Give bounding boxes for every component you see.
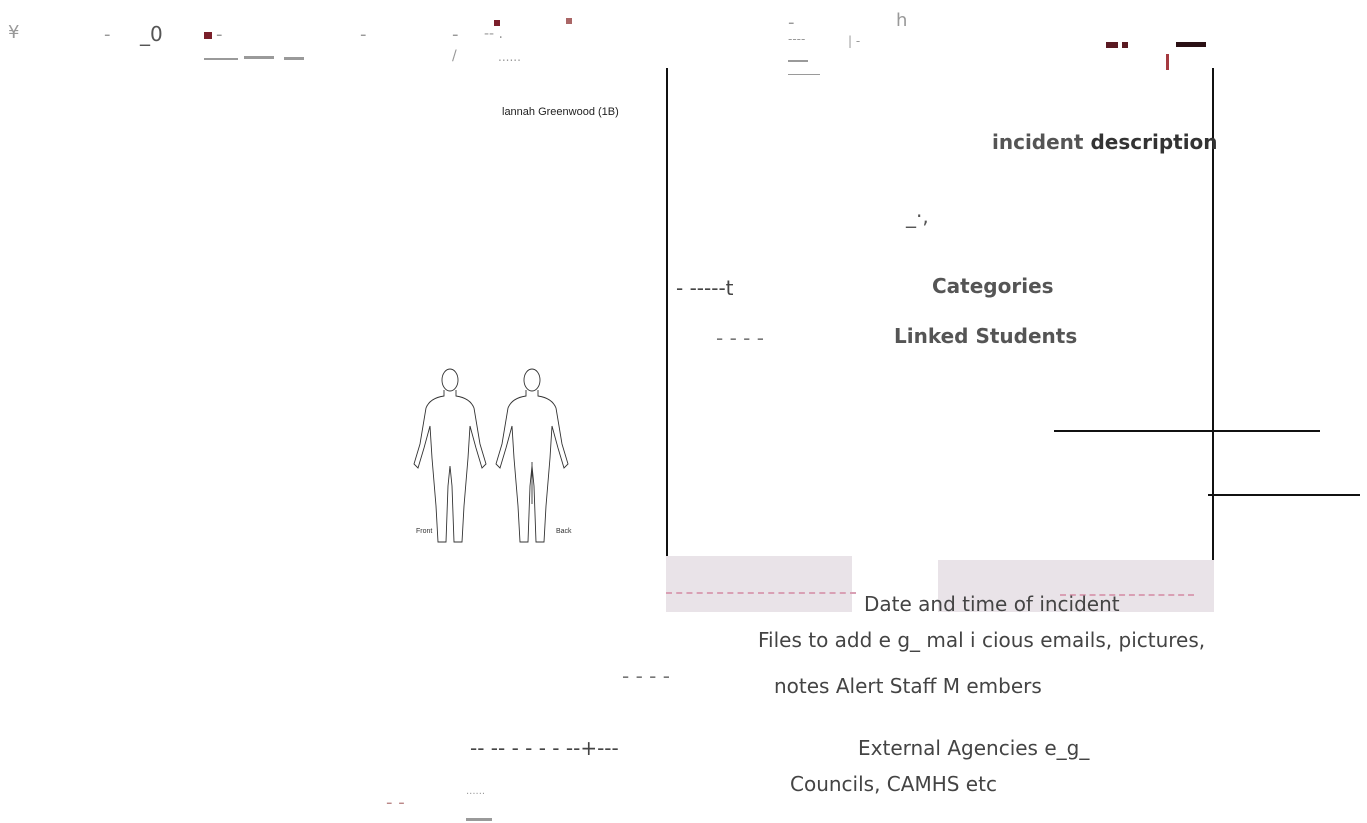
grey-underline <box>788 74 820 75</box>
header-fragment-dash: - <box>104 24 111 45</box>
front-head <box>441 368 459 392</box>
student-name: lannah Greenwood (1B) <box>502 106 619 118</box>
red-mark <box>204 32 212 39</box>
red-mark <box>1166 54 1169 70</box>
header-fragment-zero: _0 <box>140 22 163 46</box>
header-fragment-dash: - <box>788 12 795 33</box>
body-map-diagram <box>413 368 569 543</box>
grey-underline <box>788 60 808 62</box>
categories-label: Categories <box>932 274 1054 298</box>
date-time-label: Date and time of incident <box>864 592 1120 616</box>
linked-students-label: Linked Students <box>894 324 1078 348</box>
squiggle-fragment: _·, <box>906 204 929 228</box>
incident-description-part: description <box>1090 130 1218 154</box>
incident-description-label: incident description <box>992 130 1218 154</box>
grey-underline <box>466 818 492 821</box>
files-to-add-label: Files to add e g_ mal i cious emails, pi… <box>758 628 1206 652</box>
header-fragment-dash: - <box>452 24 459 45</box>
grey-underline <box>204 58 238 60</box>
external-agencies-examples: Councils, CAMHS etc <box>790 772 997 796</box>
back-label: Back <box>556 528 572 535</box>
header-fragment-dashes: ---- <box>788 32 806 46</box>
header-fragment-h: h <box>896 10 908 31</box>
notes-alert-label: notes Alert Staff M embers <box>774 674 1042 698</box>
red-mark <box>566 18 572 24</box>
external-agencies-label: External Agencies e_g_ <box>858 736 1090 760</box>
back-head <box>523 368 541 392</box>
dash-run: - - - - <box>622 664 670 688</box>
grey-underline <box>284 57 304 60</box>
header-fragment-dots: ...... <box>498 50 521 64</box>
front-label: Front <box>416 528 433 535</box>
red-mark <box>1106 42 1118 48</box>
bottom-dashes: - - <box>386 792 405 813</box>
header-fragment-pipe: | - <box>848 34 861 48</box>
red-mark <box>1122 42 1128 48</box>
header-fragment-dash: - <box>360 24 367 45</box>
dash-run: - - - - <box>716 326 764 350</box>
header-fragment-yen: ¥ <box>8 22 20 43</box>
front-body <box>413 390 487 543</box>
incident-description-part: incident <box>992 130 1091 154</box>
grey-underline <box>244 56 274 59</box>
horizontal-divider <box>1054 430 1320 432</box>
red-mark <box>1176 42 1206 47</box>
header-fragment-slash: / <box>452 48 457 64</box>
header-fragment-dash: - <box>216 24 223 45</box>
dashed-line <box>666 592 856 594</box>
vertical-divider-left <box>666 68 668 556</box>
dash-run: - -----t <box>676 276 734 300</box>
bottom-dots: ...... <box>466 786 486 797</box>
dash-run: -- -- - - - - --+--- <box>470 736 619 760</box>
header-fragment-double-dash: -- . <box>484 26 504 42</box>
highlight-box <box>666 556 852 612</box>
horizontal-divider <box>1208 494 1360 496</box>
